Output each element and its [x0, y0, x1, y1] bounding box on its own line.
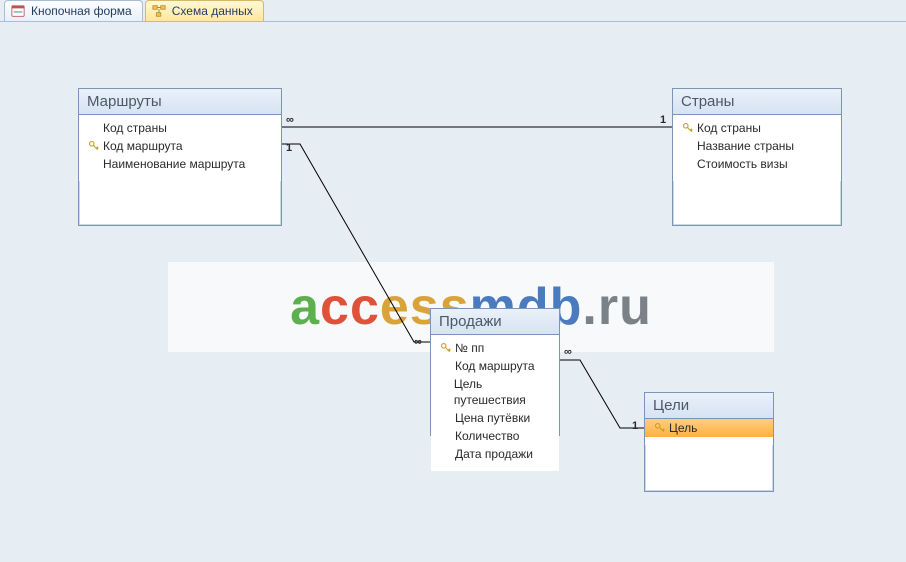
table-sales-title[interactable]: Продажи: [431, 309, 559, 335]
table-row[interactable]: Код маршрута: [433, 357, 557, 375]
tab-bar: Кнопочная форма Схема данных: [0, 0, 906, 22]
tab-schema-label: Схема данных: [172, 4, 253, 18]
table-row[interactable]: Дата продажи: [433, 445, 557, 463]
table-routes-body: Код страны Код маршрута Наименование мар…: [79, 115, 281, 181]
field-label: Наименование маршрута: [103, 156, 245, 172]
table-row[interactable]: Цель: [645, 419, 773, 437]
key-icon: [85, 140, 103, 152]
rel-routes-countries-many: ∞: [286, 114, 294, 126]
table-sales-body: № пп Код маршрута Цель путешествия Цена …: [431, 335, 559, 471]
key-icon: [679, 122, 697, 134]
table-row[interactable]: Стоимость визы: [675, 155, 839, 173]
table-row[interactable]: Код маршрута: [81, 137, 279, 155]
table-goals-body: Цель: [645, 419, 773, 445]
rel-sales-goals-one: 1: [632, 420, 638, 432]
rel-routes-countries-one: 1: [660, 114, 666, 126]
table-goals-title[interactable]: Цели: [645, 393, 773, 419]
rel-routes-sales-one: 1: [286, 142, 292, 154]
table-countries[interactable]: Страны Код страны Название страны Стоимо…: [672, 88, 842, 226]
table-row[interactable]: Наименование маршрута: [81, 155, 279, 173]
field-label: Название страны: [697, 138, 794, 154]
table-row[interactable]: Цель путешествия: [433, 375, 557, 409]
field-label: Цель путешествия: [454, 376, 551, 408]
relationships-canvas[interactable]: accessmdb.ru ∞ 1 1 ∞ ∞ 1 Маршруты Код ст…: [0, 22, 906, 562]
key-icon: [437, 342, 455, 354]
table-row[interactable]: № пп: [433, 339, 557, 357]
table-row[interactable]: Код страны: [675, 119, 839, 137]
field-label: № пп: [455, 340, 484, 356]
field-label: Код маршрута: [103, 138, 183, 154]
table-row[interactable]: Код страны: [81, 119, 279, 137]
form-icon: [11, 4, 25, 18]
rel-sales-goals-many: ∞: [564, 346, 572, 358]
table-row[interactable]: Количество: [433, 427, 557, 445]
table-routes[interactable]: Маршруты Код страны Код маршрута Наимено…: [78, 88, 282, 226]
field-label: Код страны: [697, 120, 761, 136]
table-row[interactable]: Название страны: [675, 137, 839, 155]
field-label: Код маршрута: [455, 358, 535, 374]
relationships-icon: [152, 4, 166, 18]
table-row[interactable]: Цена путёвки: [433, 409, 557, 427]
key-icon: [651, 422, 669, 434]
table-countries-title[interactable]: Страны: [673, 89, 841, 115]
field-label: Цена путёвки: [455, 410, 530, 426]
tab-form[interactable]: Кнопочная форма: [4, 0, 143, 21]
rel-routes-sales-many: ∞: [414, 336, 422, 348]
table-goals[interactable]: Цели Цель: [644, 392, 774, 492]
field-label: Дата продажи: [455, 446, 533, 462]
table-routes-title[interactable]: Маршруты: [79, 89, 281, 115]
table-sales[interactable]: Продажи № пп Код маршрута Цель путешеств…: [430, 308, 560, 436]
field-label: Стоимость визы: [697, 156, 788, 172]
tab-schema[interactable]: Схема данных: [145, 0, 264, 21]
field-label: Код страны: [103, 120, 167, 136]
field-label: Цель: [669, 420, 697, 436]
field-label: Количество: [455, 428, 519, 444]
table-countries-body: Код страны Название страны Стоимость виз…: [673, 115, 841, 181]
tab-form-label: Кнопочная форма: [31, 4, 132, 18]
